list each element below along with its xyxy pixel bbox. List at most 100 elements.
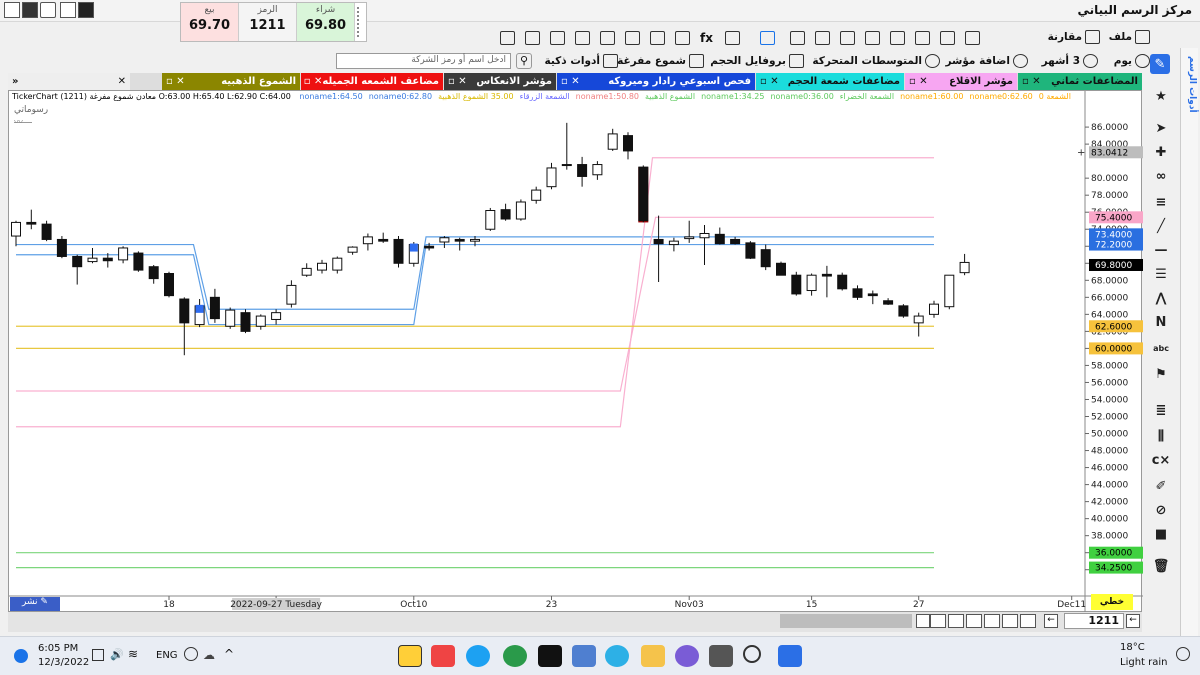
sync-icon[interactable] bbox=[184, 647, 198, 661]
window-icon[interactable] bbox=[940, 31, 955, 45]
cursor-icon[interactable] bbox=[760, 31, 775, 45]
tradingview-icon[interactable] bbox=[538, 645, 562, 667]
edge-icon[interactable] bbox=[605, 645, 629, 667]
chevron-up-icon[interactable]: ^ bbox=[224, 647, 234, 661]
goto-button[interactable]: خطي bbox=[1091, 594, 1133, 610]
period-day-button[interactable]: يوم bbox=[1114, 54, 1150, 68]
trash-icon[interactable]: 🗑 bbox=[1153, 558, 1170, 574]
cloud-icon[interactable]: ☁ bbox=[203, 648, 215, 662]
volume-icon[interactable]: 🔊 bbox=[110, 648, 124, 661]
buy-cell[interactable]: شراء 69.80 bbox=[297, 3, 355, 41]
zoom-icon[interactable] bbox=[930, 614, 946, 628]
zoom-icon[interactable] bbox=[1002, 614, 1018, 628]
time-scrollbar[interactable]: ← 1211 ← bbox=[8, 612, 1142, 632]
tab-close-icon[interactable]: ✕ ▫ bbox=[448, 76, 467, 87]
print-icon[interactable] bbox=[22, 2, 38, 18]
calendar-icon[interactable] bbox=[675, 31, 690, 45]
table-icon[interactable] bbox=[890, 31, 905, 45]
collapse-icon[interactable]: « bbox=[12, 76, 18, 87]
pitchfork-icon[interactable]: ⋀ bbox=[1153, 290, 1169, 306]
start-icon[interactable] bbox=[778, 645, 802, 667]
teams-icon[interactable] bbox=[675, 645, 699, 667]
tab-close-icon[interactable]: ✕ ▫ bbox=[561, 76, 580, 87]
camera-icon[interactable] bbox=[550, 31, 565, 45]
wifi-icon[interactable]: ≋ bbox=[128, 647, 138, 661]
pointer-icon[interactable]: ➤ bbox=[1153, 120, 1169, 136]
zoom-icon[interactable] bbox=[966, 614, 982, 628]
go-icon[interactable]: ← bbox=[1126, 614, 1140, 628]
chart-panel[interactable]: 86.000084.000080.000078.000076.000074.00… bbox=[8, 90, 1143, 613]
remove-icon[interactable]: c× bbox=[1152, 452, 1171, 468]
link-icon[interactable]: ∞ bbox=[1153, 168, 1169, 184]
compare-button[interactable]: مقارنة bbox=[1048, 30, 1100, 44]
list-icon[interactable]: ≣ bbox=[1153, 402, 1169, 418]
clock-time[interactable]: 6:05 PM bbox=[38, 643, 78, 654]
flag-icon[interactable]: ⚑ bbox=[1153, 366, 1169, 382]
zoom-icon[interactable] bbox=[984, 614, 1000, 628]
layers-icon[interactable] bbox=[625, 31, 640, 45]
search-icon[interactable]: ⚲ bbox=[516, 53, 532, 69]
hide-icon[interactable]: ⊘ bbox=[1153, 502, 1169, 518]
tickerchart-icon[interactable] bbox=[398, 645, 422, 667]
language-indicator[interactable]: ENG bbox=[156, 650, 178, 661]
horizontal-line-icon[interactable]: — bbox=[1153, 242, 1169, 258]
video-icon[interactable] bbox=[78, 2, 94, 18]
file-button[interactable]: ملف bbox=[1109, 30, 1150, 44]
task-view-icon[interactable] bbox=[709, 645, 733, 667]
tab-close-icon[interactable]: ✕ ▫ bbox=[909, 76, 928, 87]
function-icon[interactable]: fx bbox=[700, 31, 715, 45]
drag-handle[interactable] bbox=[357, 7, 363, 37]
zoom-icon[interactable] bbox=[948, 614, 964, 628]
trendline-icon[interactable]: ╱ bbox=[1153, 218, 1169, 234]
battery-icon[interactable] bbox=[92, 649, 104, 661]
add-indicator-button[interactable]: اضافة مؤشر bbox=[945, 54, 1028, 68]
screenshot-icon[interactable] bbox=[40, 2, 56, 18]
hollow-candles-button[interactable]: شموع مفرغة bbox=[617, 54, 704, 68]
moving-averages-button[interactable]: المتوسطات المتحركة bbox=[812, 54, 940, 68]
tab-close-icon[interactable]: ✕ ▫ bbox=[1022, 76, 1041, 87]
smart-tools-button[interactable]: أدوات ذكية bbox=[545, 54, 618, 68]
notification-icon[interactable] bbox=[1176, 647, 1190, 661]
crosshair-icon[interactable]: ✚ bbox=[1153, 144, 1169, 160]
hand-icon[interactable] bbox=[915, 31, 930, 45]
list-icon[interactable] bbox=[725, 31, 740, 45]
lock-icon[interactable] bbox=[525, 31, 540, 45]
tab-5[interactable]: مؤشر الانعكاس ✕ ▫ bbox=[444, 73, 556, 90]
draw-button[interactable]: نشر ✎ bbox=[10, 597, 60, 611]
pencil-icon[interactable]: ✎ bbox=[1150, 54, 1170, 74]
alert-icon[interactable] bbox=[650, 31, 665, 45]
tab-7[interactable]: الشموع الذهبيه ✕ ▫ bbox=[162, 73, 300, 90]
draw-icon[interactable] bbox=[500, 31, 515, 45]
symbol-search-input[interactable]: ادخل اسم أو رمز الشركة bbox=[336, 53, 511, 69]
fibonacci-icon[interactable]: ☰ bbox=[1153, 266, 1169, 282]
search-icon[interactable] bbox=[743, 645, 761, 663]
zoom-icon[interactable] bbox=[1020, 614, 1036, 628]
symbol-field[interactable]: 1211 bbox=[1064, 613, 1124, 629]
settings-icon[interactable] bbox=[965, 31, 980, 45]
text-icon[interactable]: abc bbox=[1153, 340, 1169, 356]
notes-icon[interactable] bbox=[840, 31, 855, 45]
tab-1[interactable]: المضاعفات ثماني ✕ ▫ bbox=[1018, 73, 1142, 90]
lock-icon[interactable]: ■ bbox=[1153, 526, 1169, 542]
brush-icon[interactable]: ✐ bbox=[1153, 478, 1169, 494]
mail-icon[interactable] bbox=[815, 31, 830, 45]
bluetooth-icon[interactable] bbox=[14, 649, 28, 663]
app-icon[interactable] bbox=[431, 645, 455, 667]
tab-2[interactable]: مؤشر الاقلاع ✕ ▫ bbox=[905, 73, 1017, 90]
tab-4[interactable]: فحص اسبوعي رادار وميروكه ✕ ▫ bbox=[557, 73, 755, 90]
back-icon[interactable]: ← bbox=[1044, 614, 1058, 628]
window-icon[interactable] bbox=[4, 2, 20, 18]
grid-icon[interactable] bbox=[575, 31, 590, 45]
drawings-label[interactable]: رسوماتي bbox=[14, 105, 48, 115]
range-months-button[interactable]: 3 أشهر bbox=[1042, 54, 1098, 68]
scrollbar-thumb[interactable] bbox=[780, 614, 912, 628]
sell-cell[interactable]: بيع 69.70 bbox=[181, 3, 239, 41]
folder-icon[interactable] bbox=[641, 645, 665, 667]
chart-icon[interactable] bbox=[790, 31, 805, 45]
star-icon[interactable]: ★ bbox=[1153, 88, 1169, 104]
close-icon[interactable]: ✕ bbox=[118, 76, 126, 87]
tab-6[interactable]: مضاعف الشمعه الجميله ✕ ▫ bbox=[301, 73, 443, 90]
volume-profile-button[interactable]: بروفايل الحجم bbox=[710, 54, 804, 68]
apps-icon[interactable] bbox=[572, 645, 596, 667]
wave-icon[interactable]: N bbox=[1153, 314, 1169, 330]
